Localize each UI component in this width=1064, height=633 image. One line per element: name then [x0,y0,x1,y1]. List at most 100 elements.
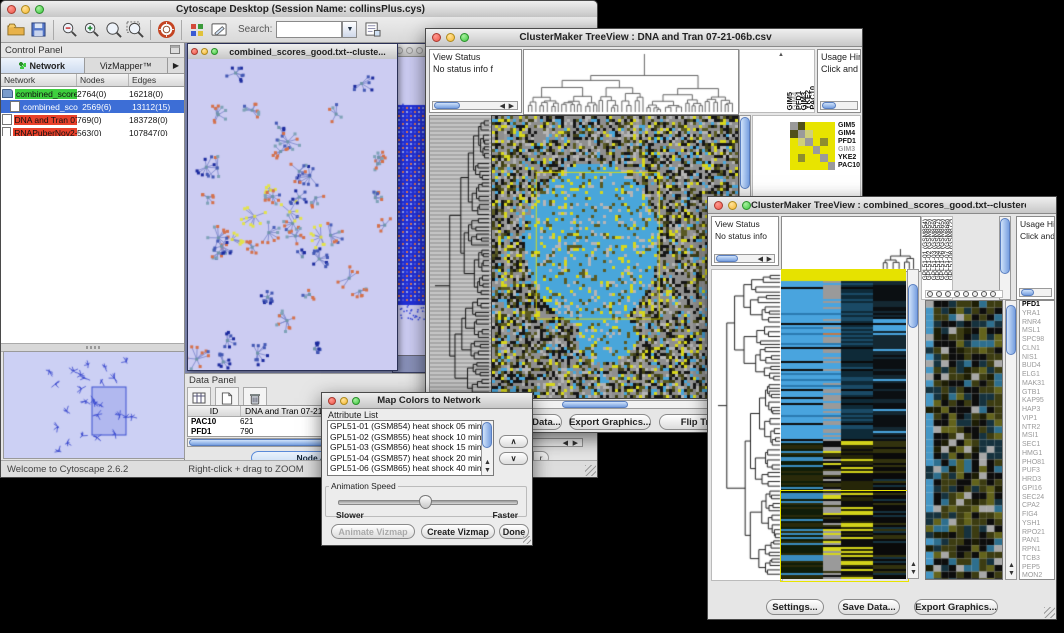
gene-list-item[interactable]: SEC24 [1020,494,1054,503]
tv1-status-hscrollbar[interactable]: ◀ ▶ [432,101,518,110]
gene-list-item[interactable]: RPO21 [1020,529,1054,538]
attribute-list-item[interactable]: GPL51-07 (GSM868) heat shock 60 min [328,474,481,477]
move-down-button[interactable]: ∨ [499,452,528,465]
gene-list-item[interactable]: NTR2 [1020,424,1054,433]
tv2-settings-button[interactable]: Settings... [766,599,824,615]
tv1-export-graphics-button[interactable]: Export Graphics... [569,414,651,430]
zoom-out-icon[interactable] [58,20,80,40]
gene-list-item[interactable]: HRD3 [1020,476,1054,485]
tv1-zoom-matrix[interactable] [790,122,835,170]
create-vizmap-button[interactable]: Create Vizmap [421,524,495,539]
open-folder-icon[interactable] [5,20,27,40]
minimize-button[interactable] [406,47,413,54]
animate-vizmap-button[interactable]: Animate Vizmap [331,524,415,539]
zoom-fit-icon[interactable] [124,20,146,40]
gene-list-item[interactable]: GTB1 [1020,389,1054,398]
tv2-zoom-heatmap[interactable] [925,300,1003,580]
gene-list-item[interactable]: BUD4 [1020,362,1054,371]
zoom-button[interactable] [211,48,218,55]
animation-slider-thumb[interactable] [419,495,432,509]
gene-list-item[interactable]: RNR4 [1020,319,1054,328]
zoom-in-icon[interactable] [80,20,102,40]
gene-list-item[interactable]: PHO81 [1020,459,1054,468]
attribute-list-item[interactable]: GPL51-01 (GSM854) heat shock 05 min [328,421,481,432]
tv1-hints-hscrollbar[interactable] [820,101,858,110]
tv2-hints-hscrollbar[interactable] [1019,288,1052,297]
attribute-listbox[interactable]: GPL51-01 (GSM854) heat shock 05 minGPL51… [327,420,494,476]
gene-list-item[interactable]: MSL1 [1020,327,1054,336]
gene-list-item[interactable]: SEC1 [1020,441,1054,450]
tv2-export-graphics-button[interactable]: Export Graphics... [914,599,998,615]
search-input[interactable] [276,21,342,38]
gene-list-item[interactable]: CPA2 [1020,502,1054,511]
attribute-list-vscrollbar[interactable]: ▲ ▼ [481,421,493,475]
tv2-heat-vscrollbar[interactable]: ▲ ▼ [907,269,919,579]
zoom-button[interactable] [35,5,44,14]
minimize-button[interactable] [21,5,30,14]
search-options-icon[interactable] [362,20,384,40]
network-overview-thumbnail[interactable] [3,351,185,459]
gene-list-item[interactable]: MON2 [1020,572,1054,580]
tv2-save-data-button[interactable]: Save Data... [838,599,900,615]
gene-list-item[interactable]: CLN1 [1020,345,1054,354]
gene-list-item[interactable]: KAP95 [1020,397,1054,406]
resize-grip[interactable] [585,465,596,476]
tv2-labels-vscrollbar[interactable] [999,216,1011,300]
gene-list-item[interactable]: YRA1 [1020,310,1054,319]
float-panel-icon[interactable] [170,41,180,59]
attribute-list-item[interactable]: GPL51-04 (GSM857) heat shock 20 min [328,453,481,464]
attribute-list-item[interactable]: GPL51-06 (GSM865) heat shock 40 min [328,463,481,474]
gene-list-item[interactable]: TCB3 [1020,555,1054,564]
gene-list-item[interactable]: PAN1 [1020,537,1054,546]
tv2-column-dendrogram[interactable] [781,216,921,272]
close-button[interactable] [714,201,723,210]
vizmapper-grid-icon[interactable] [186,20,208,40]
minimize-button[interactable] [340,397,348,405]
network-table-row[interactable]: combined_sco2569(6)13112(15) [1,100,184,113]
main-titlebar[interactable]: Cytoscape Desktop (Session Name: collins… [1,1,597,18]
minimize-button[interactable] [446,33,455,42]
network-view-window[interactable]: combined_scores_good.txt--cluste... [187,43,398,371]
attribute-list-item[interactable]: GPL51-03 (GSM856) heat shock 15 min [328,442,481,453]
gene-list-item[interactable]: FIG4 [1020,511,1054,520]
tabs-overflow-arrow[interactable]: ▶ [168,58,184,73]
close-button[interactable] [191,48,198,55]
gene-list-item[interactable]: YSH1 [1020,520,1054,529]
gene-list-item[interactable]: PUF3 [1020,467,1054,476]
zoom-button[interactable] [460,33,469,42]
save-icon[interactable] [27,20,49,40]
network-table-row[interactable]: DNA and Tran 07769(0)183728(0) [1,113,184,126]
gene-list-item[interactable]: HAP3 [1020,406,1054,415]
zoom-button[interactable] [352,397,360,405]
tab-network[interactable]: Network [1,58,85,73]
tv2-gene-vscrollbar[interactable]: ▲ ▼ [1005,300,1017,580]
tv2-status-hscrollbar[interactable]: ◀ ▶ [714,254,775,263]
gene-list-item[interactable]: ELG1 [1020,371,1054,380]
move-up-button[interactable]: ∧ [499,435,528,448]
annotation-note-icon[interactable] [208,20,230,40]
help-lifering-icon[interactable] [155,20,177,40]
gene-list-item[interactable]: MSI1 [1020,432,1054,441]
network-table-row[interactable]: combined_scores2764(0)16218(0) [1,87,184,100]
gene-list-item[interactable]: NIS1 [1020,354,1054,363]
tv2-row-dendrogram[interactable] [711,269,783,581]
gene-list-item[interactable]: SPC98 [1020,336,1054,345]
search-dropdown-button[interactable]: ▼ [342,21,357,38]
tv1-column-dendrogram[interactable] [523,49,739,115]
gene-list-item[interactable]: HMG1 [1020,450,1054,459]
close-button[interactable] [7,5,16,14]
tab-vizmapper[interactable]: VizMapper™ [85,58,169,73]
gene-list-item[interactable]: MAK31 [1020,380,1054,389]
minimize-button[interactable] [201,48,208,55]
tv1-row-dendrogram[interactable] [429,115,493,399]
zoom-selected-icon[interactable] [102,20,124,40]
gene-list-item[interactable]: PFD1 [1020,301,1054,310]
gene-list-item[interactable]: PEP5 [1020,564,1054,573]
gene-list-item[interactable]: GPI16 [1020,485,1054,494]
resize-grip[interactable] [1044,607,1055,618]
minimize-button[interactable] [728,201,737,210]
zoom-button[interactable] [416,47,423,54]
zoom-button[interactable] [742,201,751,210]
close-button[interactable] [432,33,441,42]
attribute-list-item[interactable]: GPL51-02 (GSM855) heat shock 10 min [328,432,481,443]
